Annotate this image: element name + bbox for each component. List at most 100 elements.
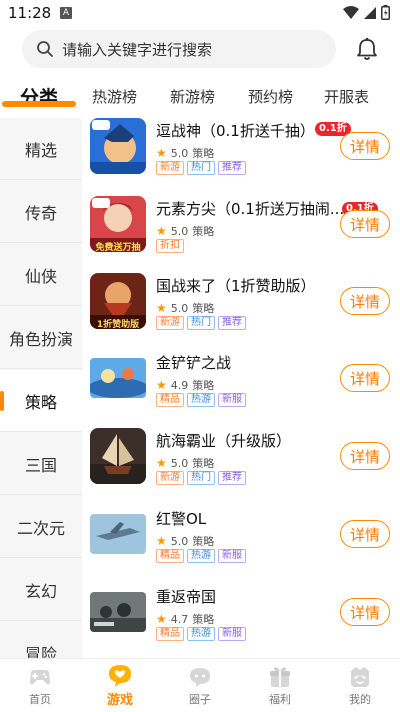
sidebar-item-fantasy[interactable]: 玄幻 [0, 559, 82, 621]
nav-profile[interactable]: 我的 [320, 659, 400, 712]
nav-label: 福利 [269, 693, 291, 706]
detail-button[interactable]: 详情 [340, 287, 390, 315]
signal-icon [364, 6, 376, 19]
star-icon: ★ [156, 146, 167, 160]
game-row[interactable]: 航海霸业（升级版） ★ 5.0 策略 新游 热门 推荐 详情 [82, 428, 400, 505]
game-category: 策略 [192, 535, 215, 548]
notification-icon: A [60, 7, 72, 19]
game-row[interactable]: 逗战神（0.1折送千抽） 0.1折 ★ 5.0 策略 新游 热门 推荐 详情 [82, 118, 400, 195]
game-meta: ★ 5.0 策略 [156, 533, 214, 549]
game-rating: 5.0 [170, 224, 189, 238]
game-thumbnail [90, 358, 146, 398]
nav-welfare[interactable]: 福利 [240, 659, 320, 712]
game-thumbnail: 1折赞助版 [90, 273, 146, 329]
game-name: 金铲铲之战 [156, 354, 232, 372]
tag-new: 新游 [156, 161, 184, 175]
game-row[interactable]: 免费送万抽 元素方尖（0.1折送万抽闹... 0.1折 ★ 5.0 策略 折扣 … [82, 196, 400, 273]
sidebar-item-strategy[interactable]: 策略 [0, 370, 82, 432]
game-meta: ★ 4.7 策略 [156, 611, 214, 627]
status-bar: 11:28 A [0, 0, 400, 26]
nav-games[interactable]: 游戏 [80, 659, 160, 712]
game-tags: 精品 热游 新服 [156, 393, 246, 407]
game-rating: 5.0 [170, 534, 189, 548]
nav-circle[interactable]: 圈子 [160, 659, 240, 712]
game-tags: 新游 热门 推荐 [156, 316, 246, 330]
game-tags: 精品 热游 新服 [156, 627, 246, 641]
profile-icon [351, 667, 369, 687]
tab-server-schedule[interactable]: 开服表 [324, 86, 369, 107]
game-name: 国战来了（1折赞助版） [156, 277, 316, 295]
bell-icon[interactable] [356, 37, 378, 61]
star-icon: ★ [156, 378, 167, 392]
game-tags: 新游 热门 推荐 [156, 471, 246, 485]
game-row[interactable]: 红警OL ★ 5.0 策略 精品 热游 新服 详情 [82, 506, 400, 583]
gift-icon [270, 667, 290, 687]
tag-discount: 折扣 [156, 239, 184, 253]
game-category: 策略 [192, 147, 215, 160]
tag-premium: 精品 [156, 393, 184, 407]
tag-premium: 精品 [156, 627, 184, 641]
game-name: 元素方尖（0.1折送万抽闹... [156, 200, 345, 218]
detail-button[interactable]: 详情 [340, 442, 390, 470]
tag-new-server: 新服 [218, 549, 246, 563]
detail-button[interactable]: 详情 [340, 598, 390, 626]
game-category: 策略 [192, 613, 215, 626]
game-meta: ★ 5.0 策略 [156, 145, 214, 161]
status-time: 11:28 [8, 4, 52, 22]
game-row[interactable]: 金铲铲之战 ★ 4.9 策略 精品 热游 新服 详情 [82, 350, 400, 427]
nav-home[interactable]: 首页 [0, 659, 80, 712]
game-name: 红警OL [156, 510, 207, 528]
game-rating: 4.7 [170, 612, 189, 626]
detail-button[interactable]: 详情 [340, 520, 390, 548]
active-tab-indicator [2, 101, 76, 107]
detail-button[interactable]: 详情 [340, 210, 390, 238]
game-row[interactable]: 重返帝国 ★ 4.7 策略 精品 热游 新服 详情 [82, 584, 400, 658]
tag-recommend: 推荐 [218, 161, 246, 175]
tag-premium: 精品 [156, 549, 184, 563]
game-category: 策略 [192, 379, 215, 392]
nav-label: 我的 [349, 693, 371, 706]
tag-new: 新游 [156, 316, 184, 330]
search-input[interactable]: 请输入关键字进行搜索 [22, 30, 336, 68]
star-icon: ★ [156, 612, 167, 626]
detail-button[interactable]: 详情 [340, 364, 390, 392]
nav-label: 圈子 [189, 693, 211, 706]
sidebar-item-rpg[interactable]: 角色扮演 [0, 307, 82, 369]
star-icon: ★ [156, 301, 167, 315]
heart-bubble-icon [109, 665, 131, 687]
game-meta: ★ 5.0 策略 [156, 300, 214, 316]
sidebar-item-three-kingdoms[interactable]: 三国 [0, 433, 82, 495]
game-meta: ★ 5.0 策略 [156, 455, 214, 471]
sidebar-item-xianxia[interactable]: 仙侠 [0, 244, 82, 306]
game-category: 策略 [192, 457, 215, 470]
game-meta: ★ 5.0 策略 [156, 223, 214, 239]
game-row[interactable]: 1折赞助版 国战来了（1折赞助版） ★ 5.0 策略 新游 热门 推荐 详情 [82, 273, 400, 350]
sidebar-item-adventure[interactable]: 冒险 [0, 622, 82, 659]
search-row: 请输入关键字进行搜索 [0, 30, 400, 70]
sidebar-item-featured[interactable]: 精选 [0, 118, 82, 180]
game-name: 重返帝国 [156, 588, 217, 606]
chat-bubble-icon [190, 668, 210, 687]
tag-new-server: 新服 [218, 393, 246, 407]
sidebar-item-legend[interactable]: 传奇 [0, 181, 82, 243]
tag-new-server: 新服 [218, 627, 246, 641]
detail-button[interactable]: 详情 [340, 132, 390, 160]
tag-hot-game: 热游 [187, 393, 215, 407]
search-icon [37, 41, 53, 57]
nav-label: 游戏 [106, 693, 133, 708]
game-tags: 精品 热游 新服 [156, 549, 246, 563]
game-name: 航海霸业（升级版） [156, 432, 292, 450]
game-rating: 4.9 [170, 378, 189, 392]
game-list: 逗战神（0.1折送千抽） 0.1折 ★ 5.0 策略 新游 热门 推荐 详情 免… [82, 118, 400, 658]
tag-recommend: 推荐 [218, 316, 246, 330]
tab-hot-games[interactable]: 热游榜 [92, 86, 137, 107]
tab-new-games[interactable]: 新游榜 [170, 86, 215, 107]
tag-hot-game: 热游 [187, 549, 215, 563]
game-thumbnail [90, 592, 146, 632]
tab-reservation[interactable]: 预约榜 [248, 86, 293, 107]
tag-new: 新游 [156, 471, 184, 485]
battery-icon [381, 5, 390, 20]
game-rating: 5.0 [170, 456, 189, 470]
game-thumbnail [90, 428, 146, 484]
sidebar-item-anime[interactable]: 二次元 [0, 496, 82, 558]
